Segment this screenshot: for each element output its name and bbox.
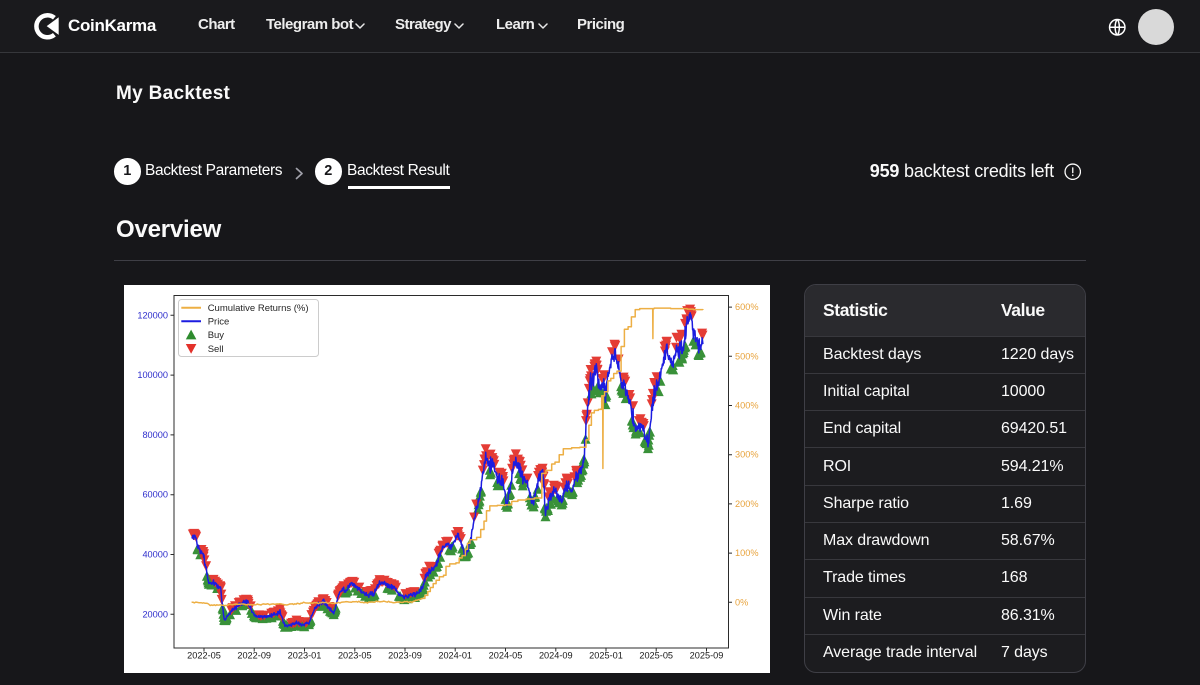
svg-text:20000: 20000: [142, 609, 168, 619]
svg-text:60000: 60000: [142, 489, 168, 499]
svg-text:2024-09: 2024-09: [539, 650, 573, 660]
svg-text:100000: 100000: [137, 370, 168, 380]
svg-text:2024-01: 2024-01: [438, 650, 472, 660]
svg-text:40000: 40000: [142, 549, 168, 559]
svg-text:Cumulative Returns (%): Cumulative Returns (%): [208, 303, 309, 314]
svg-text:2025-09: 2025-09: [690, 650, 724, 660]
svg-text:600%: 600%: [735, 302, 759, 312]
svg-text:2022-05: 2022-05: [187, 650, 221, 660]
svg-text:300%: 300%: [735, 449, 759, 459]
svg-text:2022-09: 2022-09: [237, 650, 271, 660]
svg-text:2024-05: 2024-05: [489, 650, 523, 660]
svg-text:500%: 500%: [735, 351, 759, 361]
svg-text:400%: 400%: [735, 400, 759, 410]
svg-text:2023-09: 2023-09: [388, 650, 422, 660]
svg-text:Buy: Buy: [208, 330, 225, 341]
svg-text:120000: 120000: [137, 310, 168, 320]
svg-text:Sell: Sell: [208, 343, 224, 354]
svg-text:2023-01: 2023-01: [288, 650, 322, 660]
svg-text:Price: Price: [208, 316, 230, 327]
svg-text:100%: 100%: [735, 548, 759, 558]
svg-text:2023-05: 2023-05: [338, 650, 372, 660]
svg-text:80000: 80000: [142, 429, 168, 439]
svg-text:0%: 0%: [735, 597, 748, 607]
svg-text:2025-05: 2025-05: [639, 650, 673, 660]
svg-text:2025-01: 2025-01: [589, 650, 623, 660]
svg-text:200%: 200%: [735, 498, 759, 508]
